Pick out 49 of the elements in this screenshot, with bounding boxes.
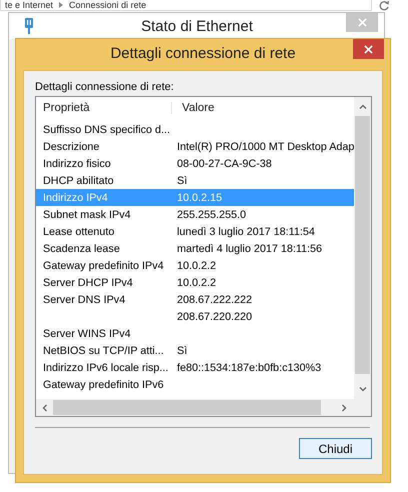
scroll-left-icon[interactable]: [42, 404, 47, 412]
refresh-icon[interactable]: [378, 0, 390, 12]
table-cell-text: Suffisso DNS specifico d...: [42, 124, 172, 136]
table-cell-text: Server DHCP IPv4: [42, 276, 134, 288]
table-cell-text: NetBIOS su TCP/IP atti...: [42, 344, 165, 356]
table-cell-text: Indirizzo IPv6 locale risp...: [42, 362, 170, 374]
table-cell-text: Subnet mask IPv4: [42, 208, 132, 220]
table-cell-text: Sì: [176, 174, 188, 186]
table-cell-text: Server WINS IPv4: [42, 328, 132, 340]
close-button[interactable]: Chiudi: [299, 438, 372, 459]
chevron-icon: [59, 2, 64, 8]
table-cell-text: 208.67.222.222: [176, 294, 254, 306]
table-cell-text: DHCP abilitato: [42, 174, 115, 186]
breadcrumb-item[interactable]: Connessioni di rete: [69, 0, 146, 10]
table-cell-text: Lease ottenuto: [42, 226, 116, 238]
table-cell-text: Intel(R) PRO/1000 MT Desktop Adap: [176, 140, 354, 152]
vertical-scrollbar[interactable]: [354, 97, 371, 399]
breadcrumb-item[interactable]: te e Internet: [5, 0, 54, 10]
table-cell-text: Scadenza lease: [42, 242, 121, 254]
scroll-up-icon[interactable]: [358, 104, 366, 109]
table-cell-text: 10.0.2.15: [176, 192, 224, 204]
dialog-title: Dettagli connessione di rete: [109, 44, 297, 62]
table-cell-text: 10.0.2.2: [176, 276, 218, 288]
table-cell-text: martedì 4 luglio 2017 18:11:56: [176, 242, 324, 254]
column-header[interactable]: Proprietà: [36, 102, 172, 114]
table-cell-text: 208.67.220.220: [176, 310, 254, 322]
table-cell-text: 255.255.255.0: [176, 208, 248, 220]
table-cell-text: Gateway predefinito IPv4: [42, 260, 165, 272]
horizontal-scrollbar[interactable]: [36, 399, 371, 416]
address-bar[interactable]: te e Internet Connessioni di rete: [0, 0, 372, 11]
close-icon: [358, 18, 366, 27]
window-title: Stato di Ethernet: [140, 18, 254, 34]
table-cell-text: lunedì 3 luglio 2017 18:11:54: [176, 226, 316, 238]
details-label: Dettagli connessione di rete:: [35, 81, 175, 93]
close-icon: [364, 44, 373, 54]
table-cell-text: Sì: [176, 344, 188, 356]
close-button[interactable]: [353, 39, 384, 59]
table-cell-text: fe80::1534:187e:b0fb:c130%3: [176, 362, 322, 374]
column-header[interactable]: Valore: [178, 102, 214, 114]
table-cell-text: Indirizzo fisico: [42, 158, 112, 170]
table-cell-text: 10.0.2.2: [176, 260, 218, 272]
table-cell-text: Server DNS IPv4: [42, 294, 126, 306]
table-cell-text: Descrizione: [42, 140, 100, 152]
scroll-right-icon[interactable]: [342, 404, 347, 412]
network-icon: [24, 18, 34, 34]
table-cell-text: Indirizzo IPv4: [42, 192, 109, 204]
table-cell-text: 08-00-27-CA-9C-38: [176, 158, 273, 170]
scroll-down-icon[interactable]: [358, 387, 366, 392]
table-cell-text: Gateway predefinito IPv6: [42, 378, 165, 390]
